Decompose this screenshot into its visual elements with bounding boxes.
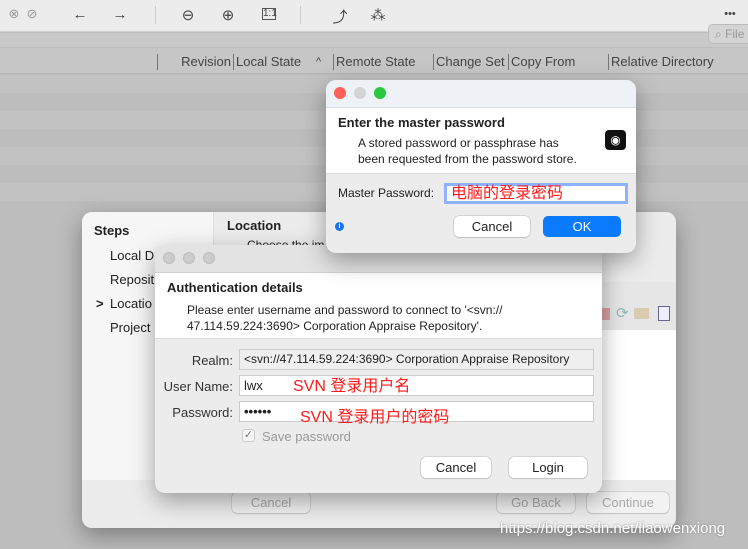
auth-cancel-button[interactable]: Cancel — [421, 457, 491, 478]
divider — [300, 6, 301, 24]
more-icon[interactable]: ••• — [720, 8, 740, 20]
refresh-icon[interactable]: ⟳ — [616, 304, 629, 322]
master-password-annotation: 电脑的登录密码 — [451, 185, 564, 202]
auth-message-line: Please enter username and password to co… — [187, 303, 503, 317]
zoom-out-icon[interactable]: ⊖ — [178, 6, 198, 24]
master-desc-line: A stored password or passphrase has — [358, 136, 559, 150]
close-button[interactable] — [163, 252, 175, 264]
search-placeholder: File Fi — [725, 27, 748, 41]
username-label: User Name: — [163, 379, 233, 394]
search-input[interactable]: ⌕ File Fi — [708, 24, 748, 44]
auth-message: Please enter username and password to co… — [187, 302, 502, 334]
realm-label: Realm: — [191, 353, 233, 368]
wizard-cancel-button[interactable]: Cancel — [232, 492, 310, 513]
master-password-dialog: Enter the master password A stored passw… — [326, 80, 636, 253]
login-button[interactable]: Login — [509, 457, 587, 478]
step-local: Local D — [110, 248, 155, 263]
save-password-checkbox[interactable]: ✓ — [242, 429, 255, 442]
col-change-set[interactable]: Change Set — [433, 54, 505, 70]
realm-field: <svn://47.114.59.224:3690> Corporation A… — [239, 349, 594, 370]
watermark: https://blog.csdn.net/liaowenxiong — [500, 520, 726, 537]
master-desc: A stored password or passphrase has been … — [358, 135, 577, 167]
delete-icon[interactable] — [602, 308, 610, 320]
zoom-in-icon[interactable]: ⊕ — [218, 6, 238, 24]
back-arrow-icon[interactable]: ← — [70, 6, 90, 23]
auth-dialog: Authentication details Please enter user… — [155, 245, 602, 493]
master-title: Enter the master password — [338, 115, 505, 130]
col-relative-directory[interactable]: Relative Directory — [608, 54, 714, 70]
block-icon[interactable]: ⊘ — [22, 6, 42, 22]
continue-button[interactable]: Continue — [587, 492, 669, 513]
close-circle-icon[interactable]: ⊗ — [4, 6, 24, 22]
info-icon[interactable]: i — [335, 222, 344, 231]
step-repository: Reposit — [110, 272, 155, 287]
current-step-marker: > — [96, 296, 104, 311]
username-annotation: SVN 登录用户名 — [293, 378, 411, 395]
title-bar — [326, 80, 636, 108]
forward-arrow-icon[interactable]: → — [110, 6, 130, 23]
filter-bar — [0, 33, 748, 47]
master-password-field[interactable]: 电脑的登录密码 — [444, 183, 628, 204]
minimize-button[interactable] — [183, 252, 195, 264]
save-password-label: Save password — [262, 429, 351, 444]
password-annotation: SVN 登录用户的密码 — [300, 409, 450, 426]
password-value: •••••• — [244, 404, 272, 419]
step-location: Locatio — [110, 296, 152, 311]
folder-icon[interactable] — [634, 308, 649, 319]
col-copy-from[interactable]: Copy From — [508, 54, 575, 70]
minimize-button[interactable] — [354, 87, 366, 99]
rotate-icon[interactable]: ⤴ — [330, 6, 350, 27]
actual-size-icon[interactable]: 1:1 — [262, 8, 277, 20]
auth-message-line: 47.114.59.224:3690> Corporation Appraise… — [187, 319, 483, 333]
col-revision[interactable]: Revision — [157, 54, 233, 70]
auth-header: Authentication details Please enter user… — [155, 273, 602, 339]
password-label: Password: — [172, 405, 233, 420]
section-title: Location — [227, 218, 282, 233]
master-header: Enter the master password A stored passw… — [326, 108, 636, 174]
divider — [155, 6, 156, 24]
master-cancel-button[interactable]: Cancel — [454, 216, 530, 237]
master-password-label: Master Password: — [338, 186, 435, 200]
username-value: lwx — [244, 378, 263, 393]
col-remote-state[interactable]: Remote State — [333, 54, 416, 70]
safe-icon: ◉ — [605, 130, 626, 150]
step-project: Project — [110, 320, 151, 335]
toolbar: ⊗ ⊘ ← → ⊖ ⊕ 1:1 ⤴ ⁂ ••• — [0, 0, 748, 32]
ok-button[interactable]: OK — [543, 216, 621, 237]
go-back-button[interactable]: Go Back — [497, 492, 575, 513]
zoom-button[interactable] — [203, 252, 215, 264]
magic-wand-icon[interactable]: ⁂ — [368, 6, 388, 24]
sort-ascending-icon[interactable]: ^ — [314, 54, 321, 70]
zoom-button[interactable] — [374, 87, 386, 99]
master-desc-line: been requested from the password store. — [358, 152, 577, 166]
steps-title: Steps — [94, 223, 130, 238]
column-header: Revision Local State ^ Remote State Chan… — [0, 48, 748, 74]
auth-title: Authentication details — [167, 280, 303, 295]
new-file-icon[interactable] — [658, 306, 670, 321]
col-local-state[interactable]: Local State — [233, 54, 301, 70]
close-button[interactable] — [334, 87, 346, 99]
